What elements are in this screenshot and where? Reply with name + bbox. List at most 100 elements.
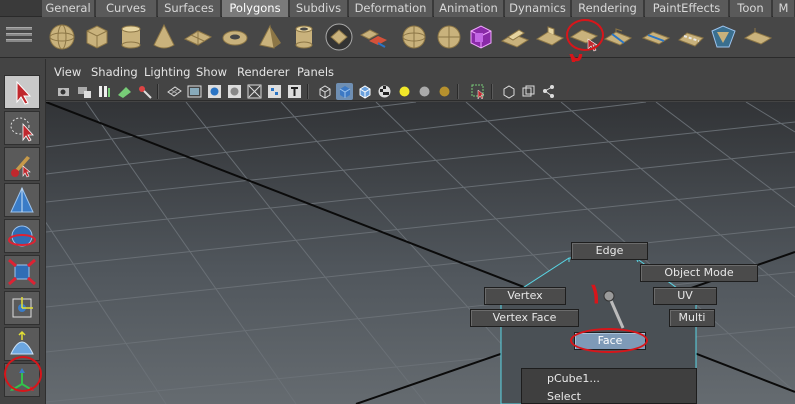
shelf-button-merge[interactable]	[742, 21, 774, 53]
shelf-button-separate[interactable]	[398, 21, 430, 53]
tab-polygons[interactable]: Polygons	[222, 0, 289, 17]
shelf-button-split-polygon[interactable]	[602, 21, 634, 53]
two-d-pan-button[interactable]	[136, 83, 153, 100]
field-chart-button[interactable]	[246, 83, 263, 100]
wireframe-button[interactable]	[316, 83, 333, 100]
context-menu: pCube1... Select	[521, 368, 697, 404]
shelf-button-plane[interactable]	[182, 21, 214, 53]
plane-icon	[182, 30, 214, 56]
sphere-icon	[46, 24, 78, 56]
shelf-grip-handle[interactable]	[6, 27, 32, 47]
shelf-button-pipe[interactable]	[288, 21, 320, 53]
lasso-tool-button[interactable]	[4, 111, 40, 145]
annotation-circle-face	[570, 328, 648, 353]
rotate-tool-button[interactable]	[4, 219, 40, 253]
shelf-button-platonic[interactable]	[323, 21, 355, 53]
shelf-button-offset-edge-loop[interactable]	[675, 21, 707, 53]
paint-select-tool-button[interactable]	[4, 147, 40, 181]
cylinder-icon	[115, 25, 147, 56]
context-item-select[interactable]: Select	[547, 390, 581, 403]
tab-more[interactable]: M	[773, 0, 795, 17]
menu-lighting[interactable]: Lighting	[144, 65, 190, 79]
tab-deformation[interactable]: Deformation	[349, 0, 433, 17]
scale-tool-button[interactable]	[4, 255, 40, 289]
viewport-grid	[46, 102, 795, 404]
safe-title-button[interactable]	[286, 83, 303, 100]
shelf-button-cylinder[interactable]	[115, 21, 147, 53]
smooth-shade-button[interactable]	[336, 83, 353, 100]
annotation-circle-toolbox	[4, 356, 42, 392]
shelf-button-extrude[interactable]	[499, 21, 531, 53]
shadows-button[interactable]	[436, 83, 453, 100]
separate-icon	[398, 25, 430, 56]
marking-menu-object-mode[interactable]: Object Mode	[640, 264, 758, 282]
tab-general[interactable]: General	[42, 0, 95, 17]
offset-edge-loop-icon	[675, 32, 707, 56]
xray-components-button[interactable]	[540, 83, 557, 100]
context-item-pcube1[interactable]: pCube1...	[547, 372, 600, 385]
marking-menu-uv[interactable]: UV	[653, 287, 717, 305]
shelf-button-insert-edge-loop[interactable]	[640, 21, 672, 53]
isolate-select-button[interactable]	[470, 83, 487, 100]
tab-painteffects[interactable]: PaintEffects	[645, 0, 729, 17]
tab-rendering[interactable]: Rendering	[572, 0, 644, 17]
move-tool-button[interactable]	[4, 183, 40, 217]
tab-surfaces[interactable]: Surfaces	[158, 0, 221, 17]
shelf-button-smooth[interactable]	[433, 21, 465, 53]
tab-label: M	[778, 1, 789, 15]
all-lights-button[interactable]	[416, 83, 433, 100]
textured-button[interactable]	[376, 83, 393, 100]
default-light-button[interactable]	[396, 83, 413, 100]
shelf-button-sphere[interactable]	[46, 21, 78, 53]
shelf-button-cube[interactable]	[81, 21, 113, 53]
gate-mask-button[interactable]	[226, 83, 243, 100]
shelf-button-cone[interactable]	[148, 21, 180, 53]
extrude-icon	[499, 29, 531, 56]
grid-toggle-button[interactable]	[166, 83, 183, 100]
menu-renderer[interactable]: Renderer	[237, 65, 290, 79]
tab-subdivs[interactable]: Subdivs	[290, 0, 348, 17]
shelf-button-pyramid[interactable]	[254, 21, 286, 53]
perspective-viewport[interactable]: Edge Object Mode Vertex UV Vertex Face M…	[46, 102, 795, 404]
tab-curves[interactable]: Curves	[96, 0, 157, 17]
camera-select-button[interactable]	[56, 83, 73, 100]
menu-shading[interactable]: Shading	[91, 65, 138, 79]
xray-joints-button[interactable]	[520, 83, 537, 100]
menu-view[interactable]: View	[54, 65, 81, 79]
bookmark-button[interactable]	[96, 83, 113, 100]
resolution-gate-button[interactable]	[206, 83, 223, 100]
light-sphere-yellow-icon	[396, 86, 413, 103]
marking-menu-vertex-face[interactable]: Vertex Face	[470, 309, 579, 327]
tab-label: Subdivs	[295, 1, 342, 15]
shelf-button-bevel[interactable]	[707, 21, 739, 53]
marking-menu-edge-label: Edge	[595, 244, 624, 257]
tab-toon[interactable]: Toon	[730, 0, 772, 17]
gate-mask-icon	[226, 85, 243, 103]
film-gate-button[interactable]	[186, 83, 203, 100]
select-tool-button[interactable]	[4, 75, 40, 109]
grid-icon	[166, 86, 183, 103]
tab-dynamics[interactable]: Dynamics	[505, 0, 571, 17]
shelf-button-subdiv-proxy[interactable]	[465, 21, 497, 53]
shelf-button-bridge[interactable]	[534, 21, 566, 53]
camera-attributes-button[interactable]	[76, 83, 93, 100]
tab-animation[interactable]: Animation	[434, 0, 504, 17]
torus-icon	[219, 30, 251, 56]
marking-menu-edge[interactable]: Edge	[571, 242, 648, 260]
bevel-icon	[707, 25, 739, 56]
xray-button[interactable]	[500, 83, 517, 100]
marking-menu-multi[interactable]: Multi	[669, 309, 715, 327]
field-chart-icon	[246, 84, 263, 103]
marking-menu-vertex[interactable]: Vertex	[484, 287, 566, 305]
safe-action-button[interactable]	[266, 83, 283, 100]
menu-show[interactable]: Show	[196, 65, 227, 79]
universal-manipulator-button[interactable]	[4, 291, 40, 325]
shelf-button-torus[interactable]	[219, 21, 251, 53]
wireframe-on-shaded-button[interactable]	[356, 83, 373, 100]
light-sphere-grey-icon	[416, 86, 433, 103]
pyramid-icon	[254, 24, 286, 56]
image-plane-button[interactable]	[116, 83, 133, 100]
menu-panels[interactable]: Panels	[297, 65, 334, 79]
wireframe-cube-icon	[316, 85, 333, 103]
shelf-button-combine[interactable]	[358, 21, 390, 53]
